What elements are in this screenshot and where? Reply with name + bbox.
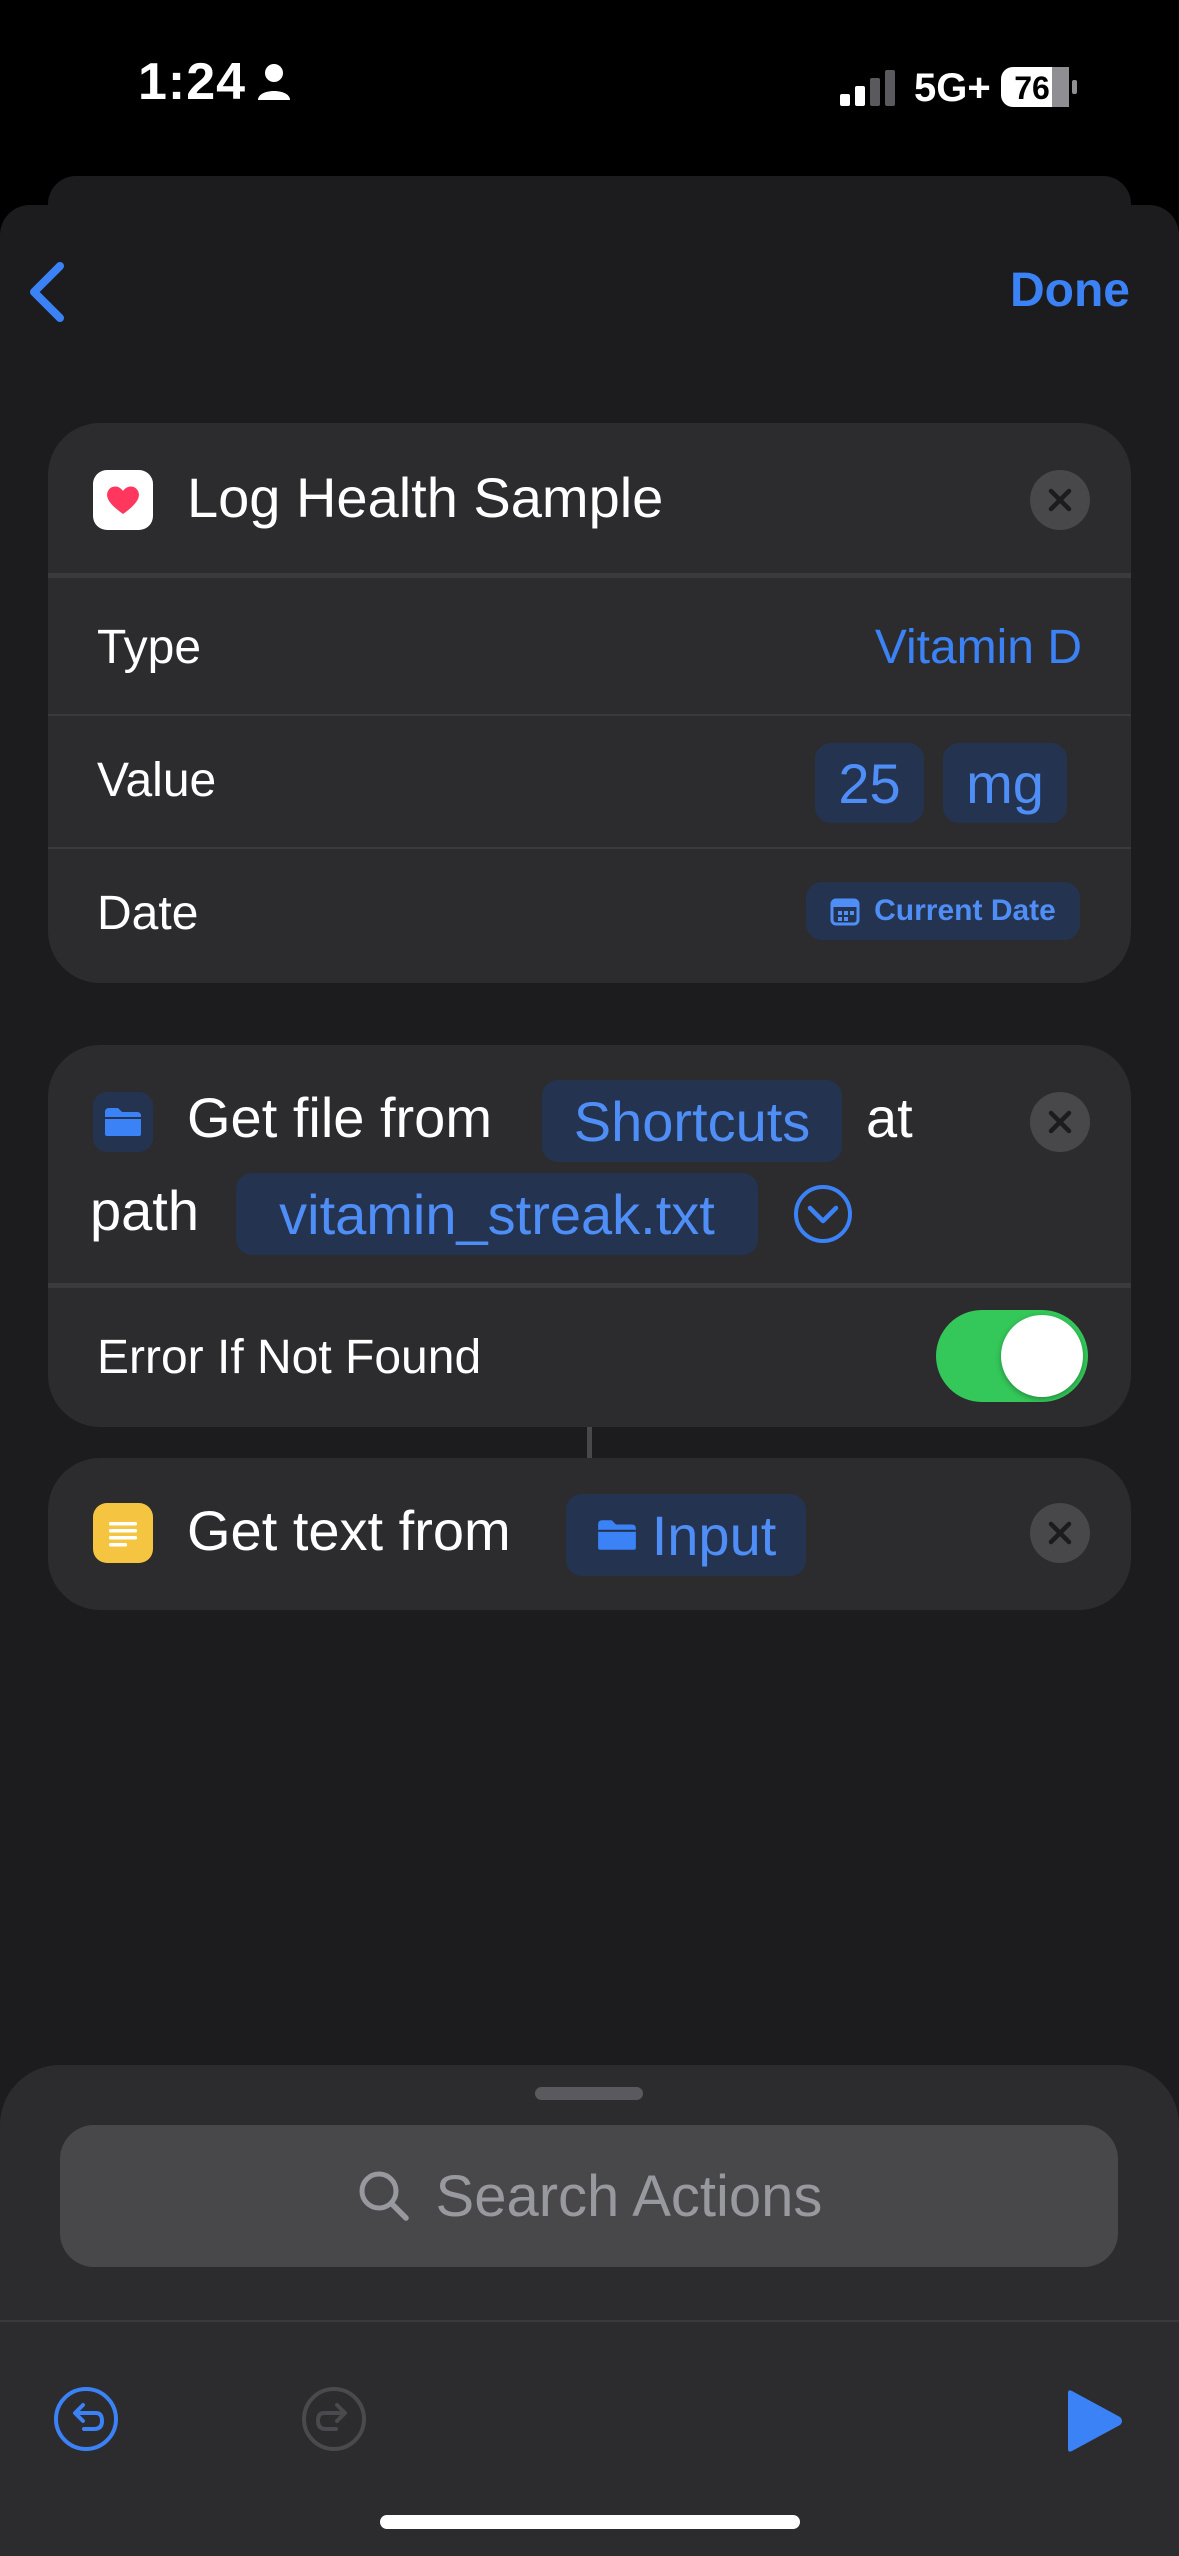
remove-action-button[interactable] (1030, 1092, 1090, 1152)
current-date-text: Current Date (874, 894, 1056, 927)
value-token[interactable]: 25 (815, 743, 924, 823)
row-divider (48, 847, 1131, 849)
expand-chevron-icon[interactable] (792, 1183, 854, 1245)
health-app-icon (93, 470, 153, 530)
current-date-token[interactable]: Current Date (806, 882, 1080, 940)
unit-token[interactable]: mg (943, 743, 1067, 823)
remove-action-button[interactable] (1030, 470, 1090, 530)
value-label: Value (97, 754, 217, 807)
path-token[interactable]: vitamin_streak.txt (236, 1173, 758, 1255)
input-text: Input (651, 1503, 777, 1567)
files-app-icon (93, 1092, 153, 1152)
search-placeholder: Search Actions (435, 2163, 823, 2229)
status-time: 1:24 (138, 52, 292, 112)
status-bar: 1:24 5G+ 76 (0, 0, 1179, 170)
get-text-action[interactable]: Get text from Input (48, 1458, 1131, 1610)
search-actions-field[interactable]: Search Actions (60, 2125, 1118, 2267)
network-type: 5G+ (914, 66, 991, 110)
remove-action-button[interactable] (1030, 1503, 1090, 1563)
clock-text: 1:24 (138, 53, 247, 111)
home-indicator (380, 2515, 800, 2529)
toolbar-divider (0, 2320, 1179, 2322)
input-token[interactable]: Input (566, 1494, 806, 1576)
action-connector (587, 1427, 592, 1458)
get-file-text: Get file from (187, 1086, 492, 1149)
log-health-sample-action[interactable]: Log Health Sample Type Vitamin D Value 2… (48, 423, 1131, 983)
row-divider (48, 714, 1131, 716)
done-button[interactable]: Done (1010, 263, 1130, 318)
header-divider (48, 573, 1131, 578)
get-text-text: Get text from (187, 1499, 511, 1562)
close-icon (1048, 1521, 1072, 1545)
actions-panel: Search Actions (0, 2065, 1179, 2556)
header-divider (48, 1283, 1131, 1288)
date-label: Date (97, 887, 199, 940)
close-icon (1048, 488, 1072, 512)
get-file-action[interactable]: Get file from Shortcuts at path vitamin_… (48, 1045, 1131, 1427)
folder-icon (597, 1520, 636, 1550)
play-icon[interactable] (1060, 2387, 1128, 2455)
path-text: path (90, 1179, 199, 1242)
error-if-not-found-toggle[interactable] (936, 1310, 1088, 1402)
action-title: Log Health Sample (187, 466, 664, 529)
battery-level: 76 (1014, 70, 1050, 106)
back-chevron-icon[interactable] (22, 258, 72, 326)
person-icon (258, 64, 291, 100)
toggle-knob (1001, 1315, 1083, 1397)
calendar-icon (830, 898, 860, 926)
undo-icon[interactable] (52, 2385, 120, 2453)
type-label: Type (97, 621, 202, 674)
service-token[interactable]: Shortcuts (542, 1080, 842, 1162)
text-app-icon (93, 1503, 153, 1563)
redo-icon[interactable] (300, 2385, 368, 2453)
cellular-signal-icon (840, 70, 895, 106)
error-if-not-found-label: Error If Not Found (97, 1331, 482, 1384)
at-text: at (866, 1086, 913, 1149)
type-value[interactable]: Vitamin D (875, 620, 1082, 675)
panel-grabber[interactable] (535, 2087, 643, 2100)
search-icon (359, 2171, 409, 2221)
close-icon (1048, 1110, 1072, 1134)
